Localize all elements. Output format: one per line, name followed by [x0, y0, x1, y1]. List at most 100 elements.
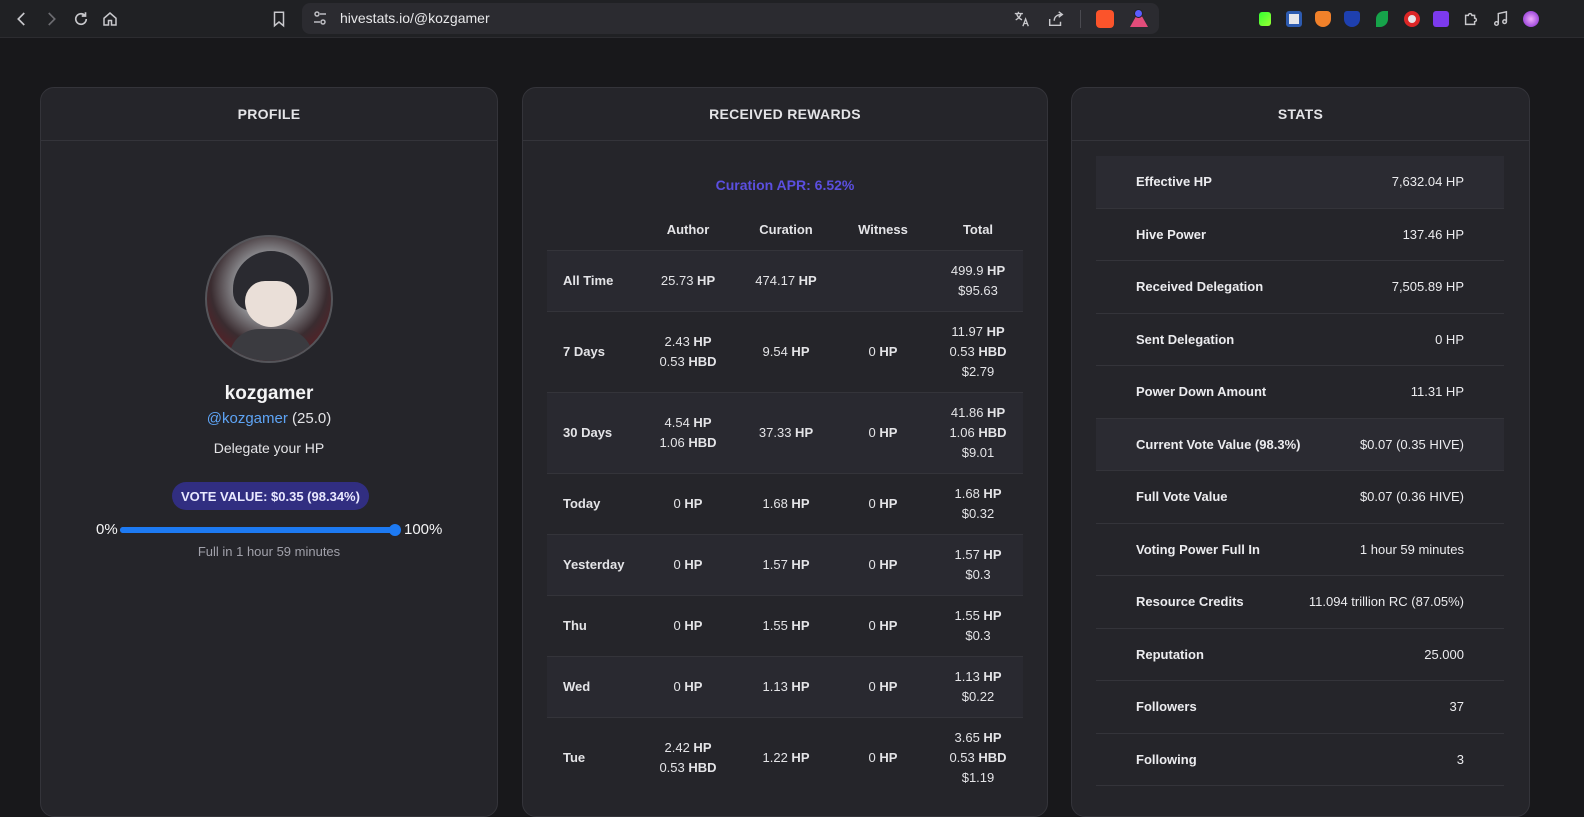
cell-amount: 0	[868, 617, 876, 633]
forward-icon[interactable]	[39, 7, 63, 31]
profile-reputation: (25.0)	[292, 410, 332, 427]
cell-line: 474.17 HP	[739, 271, 833, 291]
cell-line: 1.06 HBD	[933, 423, 1023, 443]
purple-extension-icon[interactable]	[1431, 9, 1451, 29]
cube-extension-icon[interactable]	[1284, 9, 1304, 29]
cell-line: 0.53 HBD	[637, 352, 739, 372]
share-icon[interactable]	[1046, 9, 1066, 29]
translate-icon[interactable]	[1012, 9, 1032, 29]
stats-list: Effective HP 7,632.04 HP Hive Power 137.46 …	[1096, 156, 1504, 786]
cell-amount: 1.13	[954, 668, 980, 684]
cell-amount: $0.3	[965, 627, 991, 643]
rewards-card: RECEIVED REWARDS Curation APR: 6.52% Aut…	[522, 87, 1048, 817]
avatar[interactable]	[205, 235, 333, 363]
cell-amount: $0.3	[965, 566, 991, 582]
column-header	[547, 210, 637, 250]
cell-amount: 1.13	[762, 678, 788, 694]
delegate-link[interactable]: Delegate your HP	[41, 440, 497, 456]
cell-unit: HBD	[684, 434, 717, 450]
voting-power-track	[120, 524, 402, 536]
key-extension-icon[interactable]	[1402, 9, 1422, 29]
stat-value: 1 hour 59 minutes	[1359, 541, 1464, 557]
address-bar[interactable]: hivestats.io/@kozgamer	[302, 3, 1159, 34]
cell-total: 1.55 HP $0.3	[933, 594, 1023, 656]
back-icon[interactable]	[10, 7, 34, 31]
cell-unit: HP	[689, 739, 712, 755]
stat-key: Following	[1136, 751, 1197, 767]
cell-line: $0.22	[933, 687, 1023, 707]
row-label: Today	[547, 472, 637, 534]
puzzle-extensions-icon[interactable]	[1461, 9, 1481, 29]
stat-row: Current Vote Value (98.3%) $0.07 (0.35 HI…	[1096, 418, 1504, 471]
leaf-extension-icon[interactable]	[1372, 9, 1392, 29]
cell-witness: 0 HP	[833, 594, 933, 656]
cell-line: 0 HP	[637, 677, 739, 697]
cell-unit: HP	[875, 424, 898, 440]
stat-value: 11.094 trillion RC (87.05%)	[1308, 594, 1464, 610]
cell-line: $0.3	[933, 626, 1023, 646]
stats-card-title: STATS	[1072, 88, 1529, 141]
cell-line: 0.53 HBD	[637, 758, 739, 778]
cell-total: 1.68 HP $0.32	[933, 472, 1023, 534]
home-icon[interactable]	[98, 7, 122, 31]
column-header: Author	[666, 222, 710, 238]
voting-power-knob	[389, 524, 402, 536]
divider	[1080, 10, 1081, 28]
cell-curation: 1.13 HP	[739, 655, 833, 717]
cell-unit: HP	[787, 343, 810, 359]
bookmark-icon[interactable]	[267, 7, 291, 31]
cell-amount: $2.79	[961, 363, 995, 379]
cell-unit: HP	[791, 424, 814, 440]
cell-amount: 11.97	[951, 323, 983, 339]
cell-amount: 1.06	[949, 424, 975, 440]
cell-unit: HP	[787, 495, 810, 511]
site-settings-icon[interactable]	[312, 10, 328, 26]
media-control-icon[interactable]	[1491, 9, 1511, 29]
cell-amount: 1.57	[954, 546, 980, 562]
cell-unit: HP	[689, 333, 712, 349]
cell-witness	[833, 249, 933, 311]
cell-line: 1.55 HP	[739, 616, 833, 636]
cell-unit: HP	[680, 678, 703, 694]
cell-amount: 1.06	[659, 434, 685, 450]
cell-amount: $95.63	[958, 282, 998, 298]
cell-total: 41.86 HP 1.06 HBD $9.01	[933, 391, 1023, 473]
cell-amount: 4.54	[664, 414, 690, 430]
brave-rewards-icon[interactable]	[1129, 9, 1149, 29]
voting-power-min-label: 0%	[96, 521, 118, 538]
stat-key: Current Vote Value (98.3%)	[1136, 436, 1301, 452]
cell-unit: HP	[875, 556, 898, 572]
table-row: Yesterday 0 HP 1.57 HP 0 HP 1.57 HP $0.3	[547, 533, 1023, 595]
cell-amount: $0.22	[961, 688, 995, 704]
chart-extension-icon[interactable]	[1255, 9, 1275, 29]
reload-icon[interactable]	[69, 7, 93, 31]
table-row: Tue 2.42 HP 0.53 HBD 1.22 HP 0 HP 3.65 HP 0.53…	[547, 716, 1023, 798]
rewards-table-body: All Time 25.73 HP 474.17 HP 499.9 HP $95.63 7…	[547, 249, 1023, 798]
url-text[interactable]: hivestats.io/@kozgamer	[340, 10, 490, 26]
stat-row: Reputation 25.000	[1096, 629, 1504, 681]
rewards-card-title: RECEIVED REWARDS	[523, 88, 1047, 141]
profile-avatar-icon[interactable]	[1521, 9, 1541, 29]
cell-author: 0 HP	[637, 472, 739, 534]
brave-shields-icon[interactable]	[1095, 9, 1115, 29]
cell-amount: 1.22	[762, 749, 788, 765]
metamask-fox-icon[interactable]	[1313, 9, 1333, 29]
profile-handle-link[interactable]: @kozgamer	[207, 410, 288, 427]
shield-extension-icon[interactable]	[1342, 9, 1362, 29]
row-label: Thu	[547, 594, 637, 656]
stat-row: Power Down Amount 11.31 HP	[1096, 366, 1504, 419]
cell-line: $0.32	[933, 504, 1023, 524]
cell-unit: HP	[875, 749, 898, 765]
cell-unit: HP	[983, 404, 1006, 420]
stat-row: Resource Credits 11.094 trillion RC (87.0…	[1096, 576, 1504, 629]
profile-card: PROFILE kozgamer @kozgamer (25.0) Delega…	[40, 87, 498, 817]
row-label: All Time	[547, 249, 637, 311]
cell-amount: 0.53	[659, 759, 685, 775]
cell-line: 0 HP	[833, 494, 933, 514]
cell-amount: 2.42	[664, 739, 690, 755]
cell-amount: 0	[868, 556, 876, 572]
cell-line: 0.53 HBD	[933, 342, 1023, 362]
cell-line: 499.9 HP	[933, 261, 1023, 281]
cell-unit: HP	[983, 262, 1006, 278]
stat-key: Full Vote Value	[1136, 489, 1228, 505]
